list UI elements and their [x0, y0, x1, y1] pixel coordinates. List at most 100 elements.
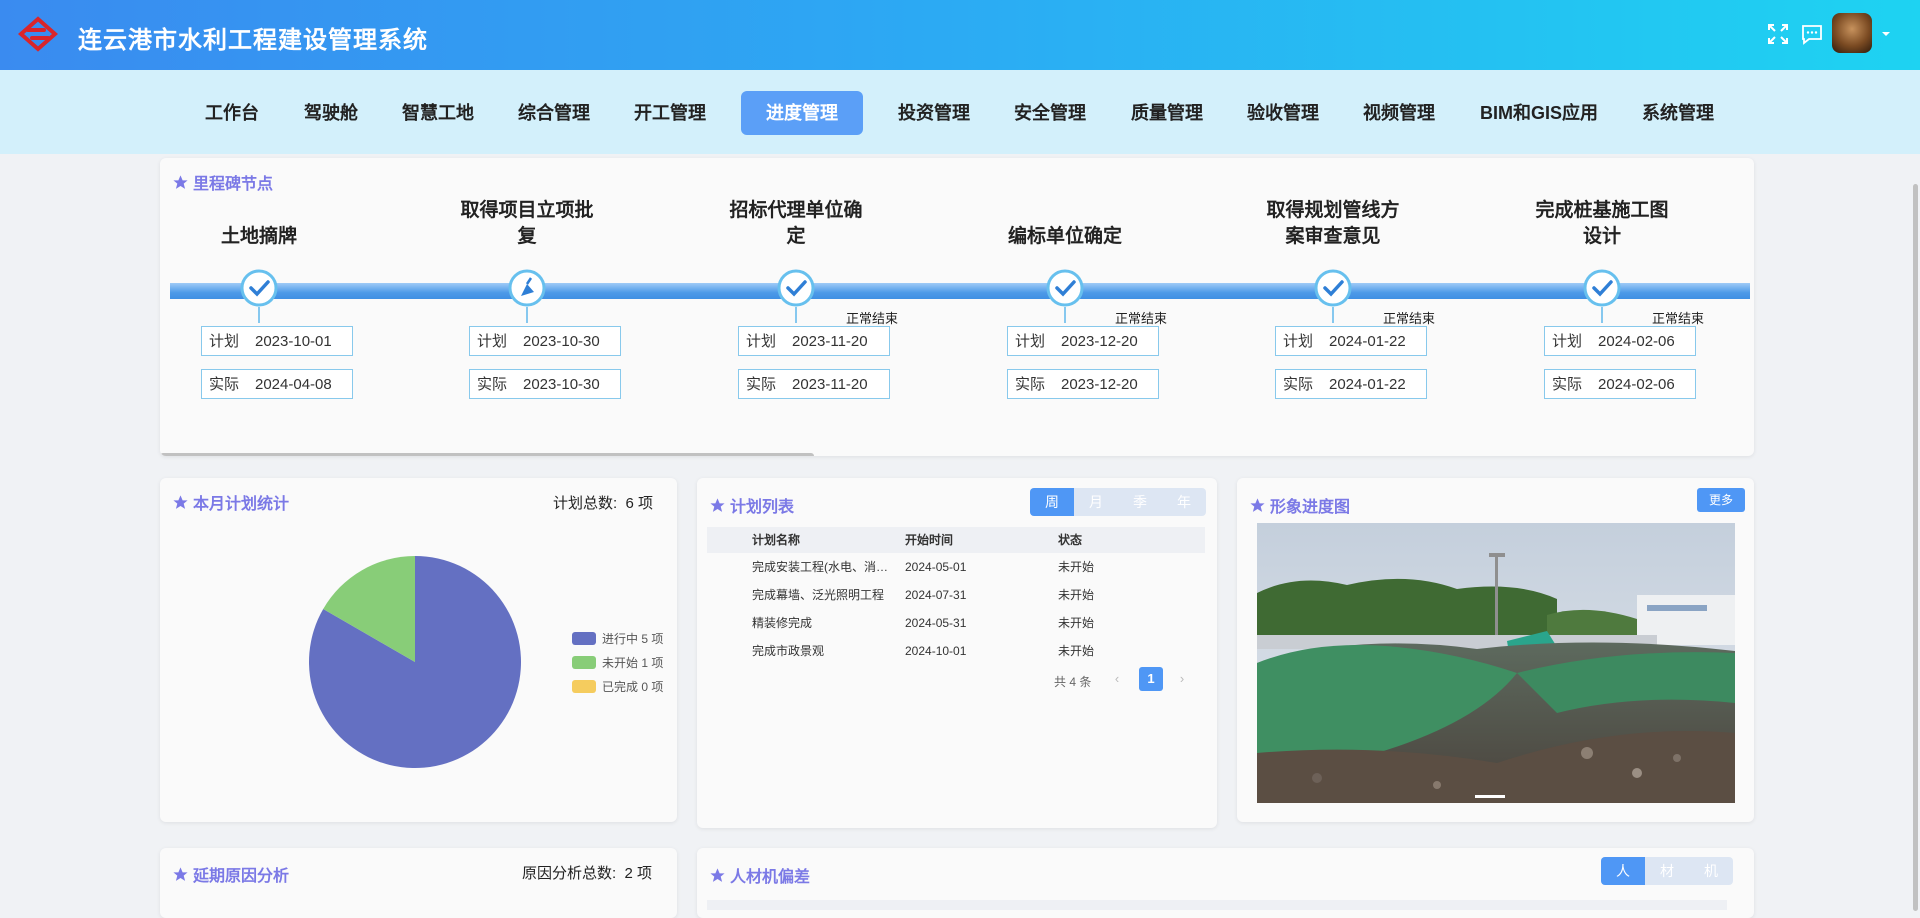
delay-analysis-card: 延期原因分析 原因分析总数: 2 项: [160, 848, 677, 918]
tab-machine[interactable]: 机: [1689, 857, 1733, 885]
more-button[interactable]: 更多: [1697, 488, 1745, 512]
plan-list-card: 计划列表 周 月 季 年 计划名称 开始时间 状态 完成安装工程(水电、消防等)…: [697, 478, 1217, 828]
deviation-title: 人材机偏差: [709, 863, 810, 887]
check-icon: [1583, 269, 1621, 307]
nav-item-start[interactable]: 开工管理: [624, 91, 716, 135]
table-row[interactable]: 完成安装工程(水电、消防等) 2024-05-01 未开始: [707, 553, 1205, 581]
milestone-name: 完成桩基施工图 设计: [1535, 200, 1669, 247]
delay-analysis-title: 延期原因分析: [172, 862, 289, 886]
milestone-stem: [1064, 307, 1066, 323]
star-icon: [710, 497, 725, 512]
nav-item-bim-gis[interactable]: BIM和GIS应用: [1470, 91, 1608, 135]
star-icon: [173, 494, 188, 509]
carousel-indicator[interactable]: [1475, 795, 1505, 798]
prev-page-button[interactable]: ‹: [1105, 667, 1129, 691]
nav-item-safety[interactable]: 安全管理: [1004, 91, 1096, 135]
table-row[interactable]: 精装修完成 2024-05-31 未开始: [707, 609, 1205, 637]
milestone-stem: [258, 307, 260, 323]
legend-swatch: [572, 680, 596, 693]
milestone-actual-box: 实际 2024-01-22: [1275, 369, 1427, 399]
check-icon: [240, 269, 278, 307]
milestone-status: 正常结束: [1115, 311, 1168, 326]
fullscreen-icon[interactable]: [1766, 22, 1790, 46]
resource-tabs: 人 材 机: [1601, 857, 1733, 885]
milestone-plan-box: 计划 2024-02-06: [1544, 326, 1696, 356]
period-tabs: 周 月 季 年: [1030, 488, 1206, 516]
table-row[interactable]: 完成幕墙、泛光照明工程 2024-07-31 未开始: [707, 581, 1205, 609]
nav-item-video[interactable]: 视频管理: [1353, 91, 1445, 135]
milestone-actual-box: 实际 2023-12-20: [1007, 369, 1159, 399]
logo-icon: [18, 16, 58, 52]
star-icon: [173, 866, 188, 881]
milestone-name: 编标单位确定: [1007, 226, 1122, 247]
nav-item-progress[interactable]: 进度管理: [741, 91, 863, 135]
nav-item-workbench[interactable]: 工作台: [195, 91, 269, 135]
pie-chart: [309, 556, 521, 768]
milestone-name: 取得规划管线方 案审查意见: [1266, 200, 1400, 247]
main-nav: 工作台 驾驶舱 智慧工地 综合管理 开工管理 进度管理 投资管理 安全管理 质量…: [0, 70, 1920, 154]
legend-swatch: [572, 656, 596, 669]
plan-table: 计划名称 开始时间 状态 完成安装工程(水电、消防等) 2024-05-01 未…: [707, 527, 1205, 665]
milestone-actual-box: 实际 2023-10-30: [469, 369, 621, 399]
nav-item-smart-site[interactable]: 智慧工地: [392, 91, 484, 135]
tab-material[interactable]: 材: [1645, 857, 1689, 885]
legend-item: 未开始 1 项: [572, 654, 663, 671]
milestone-plan-box: 计划 2023-10-30: [469, 326, 621, 356]
milestone-plan-box: 计划 2023-11-20: [738, 326, 890, 356]
image-progress-card: 形象进度图 更多: [1237, 478, 1754, 822]
tab-month[interactable]: 月: [1074, 488, 1118, 516]
milestone-actual-box: 实际 2024-04-08: [201, 369, 353, 399]
milestone-name: 取得项目立项批复: [460, 200, 594, 247]
milestone-status: 正常结束: [846, 311, 899, 326]
avatar[interactable]: [1832, 13, 1872, 53]
site-photo-image: [1257, 523, 1735, 803]
milestone-name: 招标代理单位确定: [729, 200, 863, 247]
nav-item-general[interactable]: 综合管理: [508, 91, 600, 135]
milestone-stem: [1332, 307, 1334, 323]
milestone-stem: [526, 307, 528, 323]
table-row[interactable]: 完成市政景观 2024-10-01 未开始: [707, 637, 1205, 665]
deviation-card: 人材机偏差 人 材 机: [697, 848, 1754, 918]
flag-icon: [508, 269, 546, 307]
milestone-scrollbar[interactable]: [160, 453, 814, 456]
milestone-plan-box: 计划 2023-12-20: [1007, 326, 1159, 356]
milestone-card: 里程碑节点 土地摘牌 计划 2023-10-01 实际 2024-04-08 取得项…: [160, 158, 1754, 456]
milestone-stem: [1601, 307, 1603, 323]
milestone-stem: [795, 307, 797, 323]
milestone-status: 正常结束: [1383, 311, 1436, 326]
nav-item-investment[interactable]: 投资管理: [888, 91, 980, 135]
top-header: 连云港市水利工程建设管理系统: [0, 0, 1920, 70]
construction-photo[interactable]: [1257, 523, 1735, 803]
pagination-total: 共 4 条: [1054, 675, 1092, 689]
next-page-button[interactable]: ›: [1170, 667, 1194, 691]
legend-item: 进行中 5 项: [572, 630, 663, 647]
app-title: 连云港市水利工程建设管理系统: [78, 27, 428, 54]
nav-item-cockpit[interactable]: 驾驶舱: [294, 91, 368, 135]
monthly-stats-title: 本月计划统计: [172, 490, 289, 514]
nav-item-quality[interactable]: 质量管理: [1121, 91, 1213, 135]
check-icon: [1314, 269, 1352, 307]
check-icon: [1046, 269, 1084, 307]
plan-total: 计划总数: 6 项: [553, 495, 654, 512]
tab-quarter[interactable]: 季: [1118, 488, 1162, 516]
legend-swatch: [572, 632, 596, 645]
page-number-button[interactable]: 1: [1139, 667, 1163, 691]
tab-labor[interactable]: 人: [1601, 857, 1645, 885]
tab-year[interactable]: 年: [1162, 488, 1206, 516]
milestone-title: 里程碑节点: [172, 170, 273, 194]
nav-item-system[interactable]: 系统管理: [1632, 91, 1724, 135]
milestone-plan-box: 计划 2023-10-01: [201, 326, 353, 356]
message-icon[interactable]: [1800, 22, 1824, 46]
reason-total: 原因分析总数: 2 项: [522, 865, 653, 882]
milestone-plan-box: 计划 2024-01-22: [1275, 326, 1427, 356]
timeline-bar: [170, 283, 1750, 299]
nav-item-acceptance[interactable]: 验收管理: [1237, 91, 1329, 135]
legend-item: 已完成 0 项: [572, 678, 663, 695]
tab-week[interactable]: 周: [1030, 488, 1074, 516]
page-scrollbar-thumb[interactable]: [1913, 184, 1918, 911]
monthly-stats-card: 本月计划统计 计划总数: 6 项 进行中 5 项 未开始 1 项 已完成 0 项: [160, 478, 677, 822]
chevron-down-icon[interactable]: [1880, 28, 1892, 40]
table-header: 计划名称 开始时间 状态: [707, 527, 1205, 553]
star-icon: [1250, 497, 1265, 512]
check-icon: [777, 269, 815, 307]
